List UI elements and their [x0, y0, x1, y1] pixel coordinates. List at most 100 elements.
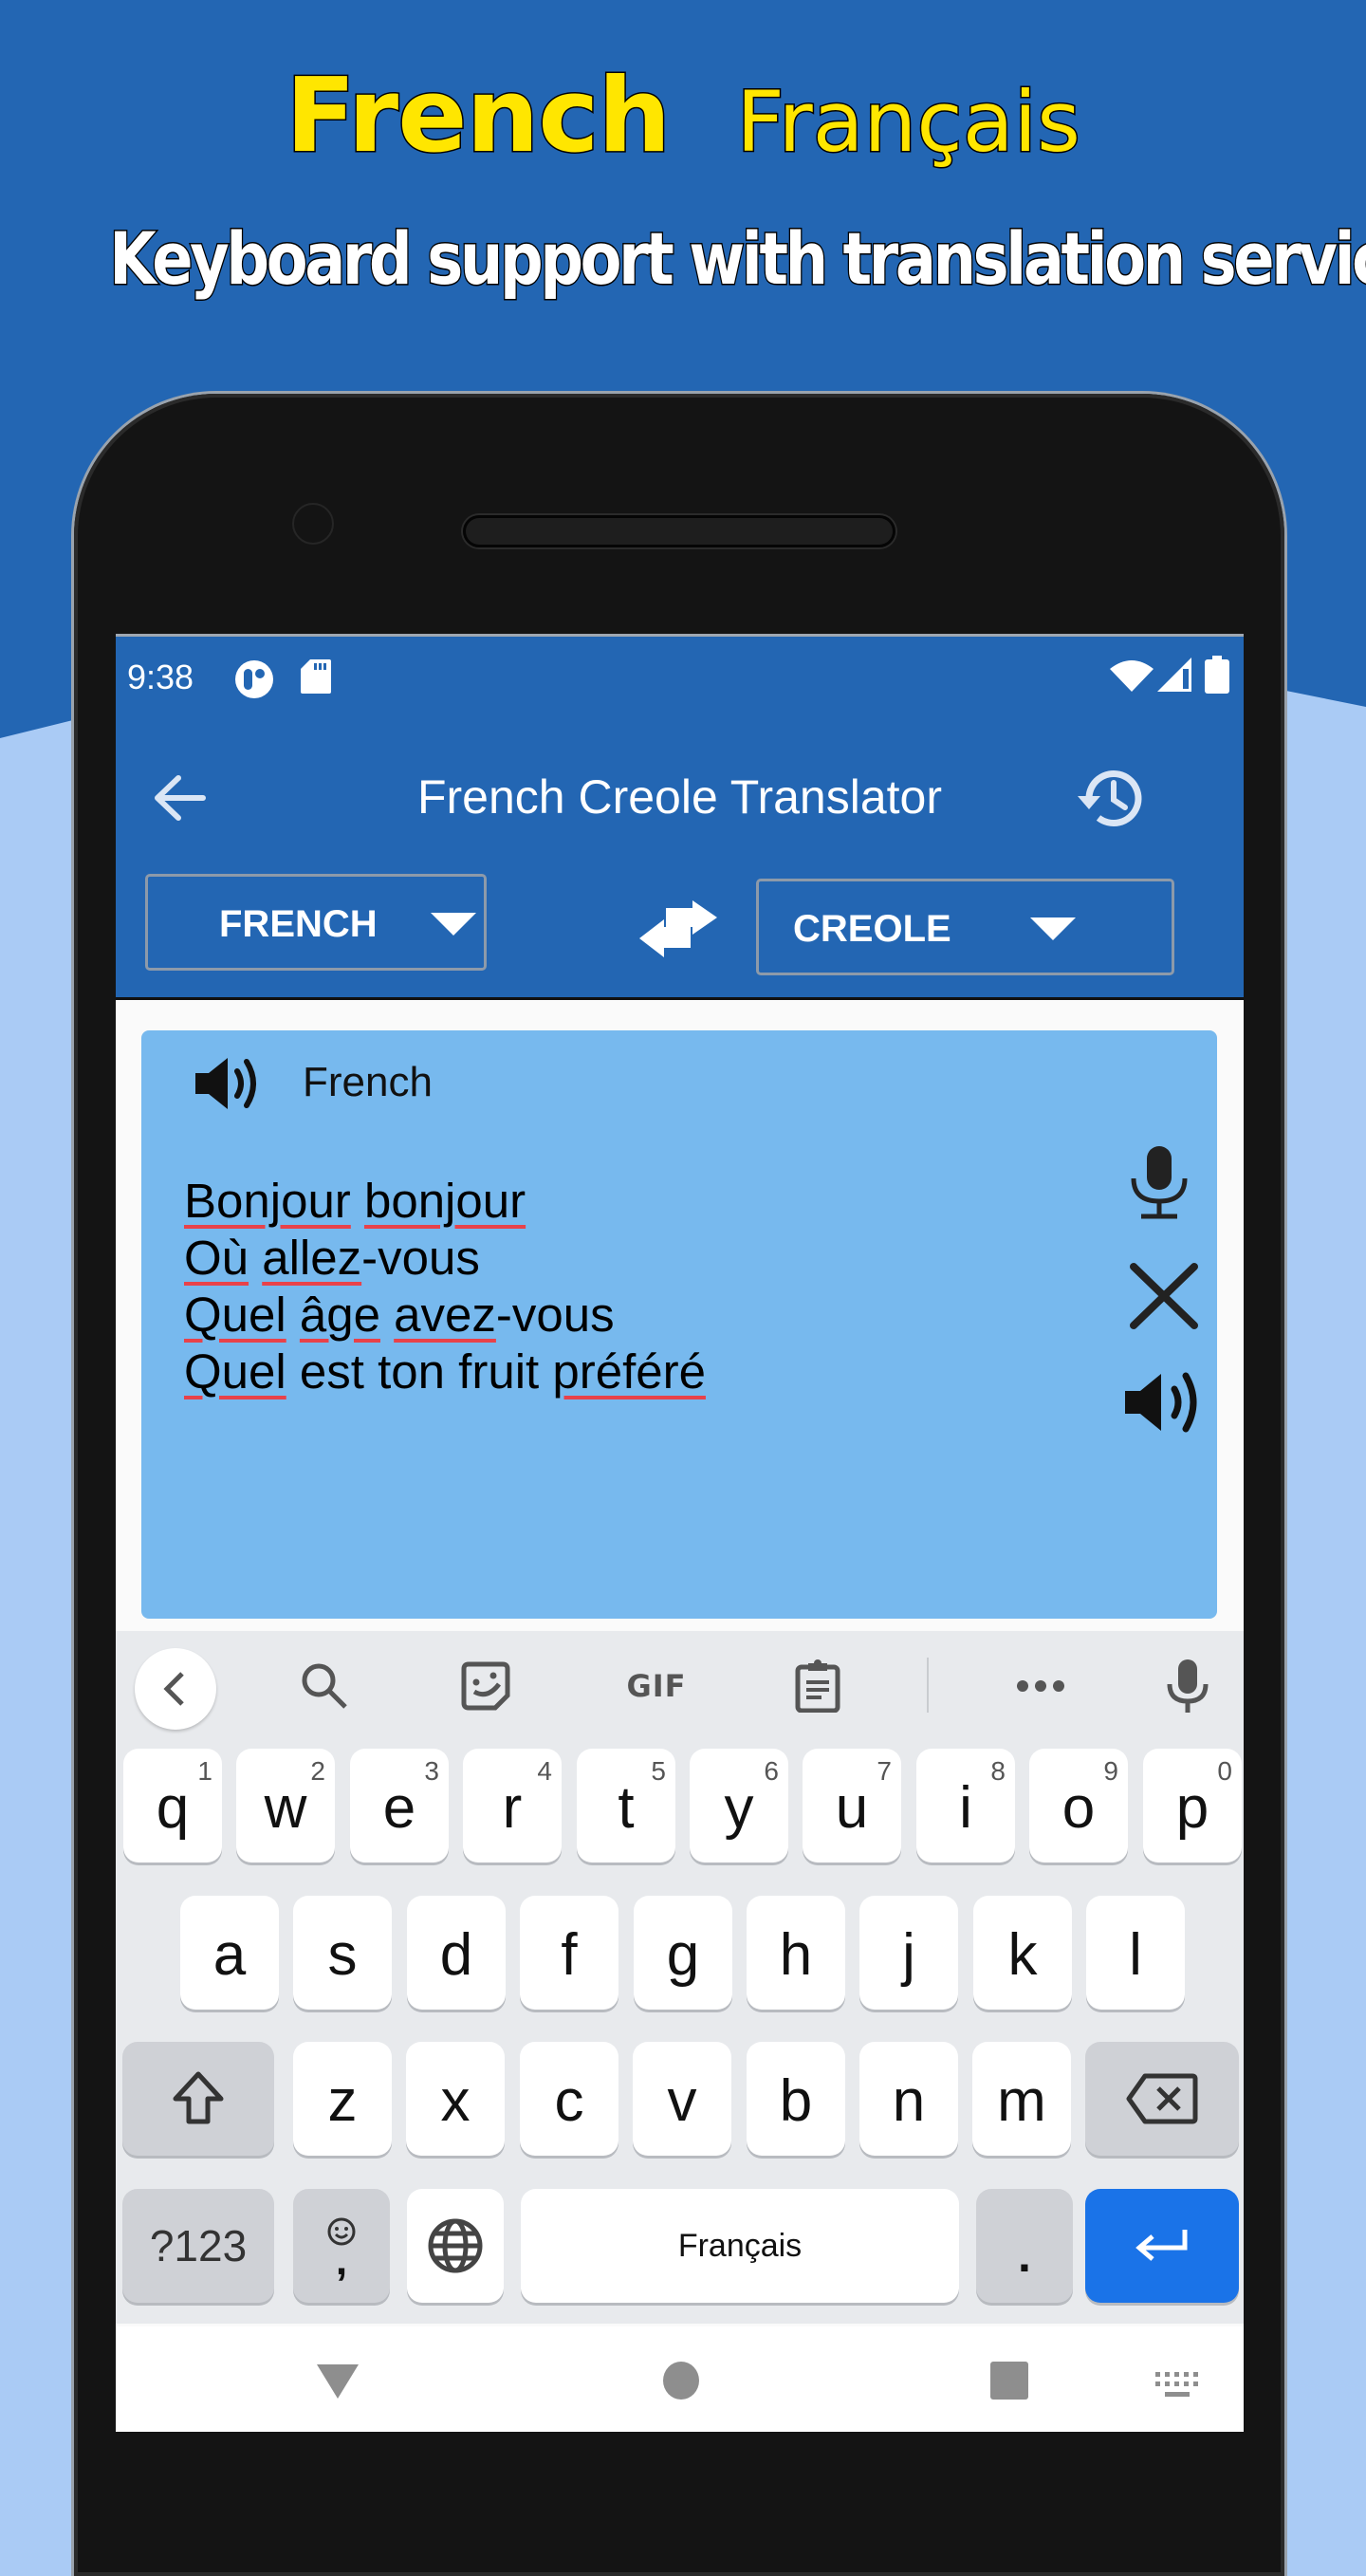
key-u[interactable]: u7 — [803, 1749, 901, 1863]
text-segment: est ton fruit — [286, 1344, 553, 1399]
source-language-dropdown[interactable]: FRENCH — [145, 874, 487, 971]
key-j[interactable]: j — [859, 1896, 958, 2010]
history-button[interactable] — [1074, 760, 1150, 836]
keyboard-switch-icon[interactable] — [1155, 2372, 1199, 2399]
swap-languages-button[interactable] — [637, 900, 719, 961]
keyboard-more-button[interactable] — [993, 1650, 1088, 1722]
key-y[interactable]: y6 — [690, 1749, 788, 1863]
key-label: z — [327, 2067, 358, 2134]
key-w[interactable]: w2 — [236, 1749, 335, 1863]
shift-key[interactable] — [122, 2042, 274, 2156]
key-a[interactable]: a — [180, 1896, 279, 2010]
misspelled-word[interactable]: Quel — [184, 1344, 286, 1399]
toolbar-divider — [927, 1658, 929, 1713]
enter-key[interactable] — [1085, 2189, 1239, 2303]
keyboard-collapse-button[interactable] — [135, 1648, 216, 1730]
key-hint-digit: 9 — [1103, 1756, 1118, 1786]
keyboard-voice-button[interactable] — [1150, 1650, 1226, 1722]
space-key[interactable]: Français — [521, 2189, 959, 2303]
text-segment — [380, 1288, 394, 1342]
target-language-dropdown[interactable]: CREOLE — [756, 879, 1174, 975]
promo-subtitle: Keyboard support with translation servic… — [108, 215, 1366, 303]
key-label: p — [1175, 1774, 1209, 1841]
key-d[interactable]: d — [407, 1896, 506, 2010]
period-label: . — [1018, 2229, 1031, 2282]
key-s[interactable]: s — [293, 1896, 392, 2010]
speak-button[interactable] — [1123, 1372, 1209, 1433]
earpiece-speaker — [463, 515, 895, 547]
text-segment — [286, 1288, 300, 1342]
home-circle-icon[interactable] — [661, 2361, 701, 2400]
status-time: 9:38 — [127, 658, 194, 696]
key-t[interactable]: t5 — [577, 1749, 675, 1863]
language-switch-key[interactable] — [407, 2189, 504, 2303]
key-x[interactable]: x — [406, 2042, 505, 2156]
key-e[interactable]: e3 — [350, 1749, 449, 1863]
promo-title-english: French — [285, 56, 673, 177]
key-g[interactable]: g — [634, 1896, 732, 2010]
voice-input-icon — [1167, 1659, 1209, 1713]
misspelled-word[interactable]: avez — [394, 1288, 496, 1342]
key-v[interactable]: v — [633, 2042, 731, 2156]
phone-screen: 9:38 French Creole Translator FRENCH CRE… — [116, 634, 1244, 2432]
input-text-line: Bonjour bonjour — [184, 1173, 706, 1230]
key-n[interactable]: n — [859, 2042, 958, 2156]
key-hint-digit: 6 — [764, 1756, 779, 1786]
key-label: d — [439, 1921, 473, 1988]
text-segment — [351, 1174, 364, 1228]
keyboard-search-button[interactable] — [286, 1650, 362, 1722]
signal-icon — [1157, 658, 1191, 692]
misspelled-word[interactable]: Bonjour — [184, 1174, 351, 1228]
search-icon — [302, 1663, 347, 1709]
backspace-key[interactable] — [1085, 2042, 1239, 2156]
key-hint-digit: 8 — [990, 1756, 1006, 1786]
language-speaker-button[interactable] — [194, 1054, 262, 1113]
key-label: e — [382, 1774, 416, 1841]
key-q[interactable]: q1 — [123, 1749, 222, 1863]
keyboard-toolbar: GIF — [116, 1631, 1244, 1735]
notification-app-icon — [235, 660, 273, 698]
misspelled-word[interactable]: Où — [184, 1231, 249, 1285]
key-hint-digit: 5 — [651, 1756, 666, 1786]
back-triangle-icon[interactable] — [315, 2363, 360, 2400]
misspelled-word[interactable]: Quel — [184, 1288, 286, 1342]
key-label: n — [892, 2067, 926, 2134]
misspelled-word[interactable]: bonjour — [364, 1174, 526, 1228]
misspelled-word[interactable]: préféré — [552, 1344, 706, 1399]
symbols-key[interactable]: ?123 — [122, 2189, 274, 2303]
key-label: g — [666, 1921, 700, 1988]
key-m[interactable]: m — [972, 2042, 1071, 2156]
key-p[interactable]: p0 — [1143, 1749, 1242, 1863]
source-language-label: FRENCH — [219, 903, 378, 945]
key-k[interactable]: k — [973, 1896, 1072, 2010]
text-segment — [249, 1231, 262, 1285]
key-c[interactable]: c — [520, 2042, 618, 2156]
key-b[interactable]: b — [747, 2042, 845, 2156]
key-r[interactable]: r4 — [463, 1749, 562, 1863]
clear-button[interactable] — [1128, 1263, 1200, 1329]
keyboard-clipboard-button[interactable] — [780, 1650, 856, 1722]
keyboard-gif-button[interactable]: GIF — [609, 1650, 704, 1722]
keyboard-sticker-button[interactable] — [448, 1650, 524, 1722]
misspelled-word[interactable]: âge — [300, 1288, 380, 1342]
text-segment: -vous — [495, 1288, 615, 1342]
period-key[interactable]: . — [976, 2189, 1073, 2303]
emoji-comma-key[interactable]: , — [293, 2189, 390, 2303]
key-label: f — [561, 1921, 578, 1988]
input-text-area[interactable]: Bonjour bonjour Où allez-vous Quel âge ave… — [184, 1173, 706, 1400]
enter-icon — [1135, 2230, 1188, 2261]
key-f[interactable]: f — [520, 1896, 618, 2010]
recents-square-icon[interactable] — [988, 2361, 1030, 2400]
key-l[interactable]: l — [1086, 1896, 1185, 2010]
key-o[interactable]: o9 — [1029, 1749, 1128, 1863]
microphone-button[interactable] — [1128, 1144, 1191, 1220]
battery-icon — [1205, 656, 1229, 694]
more-icon — [1017, 1680, 1064, 1692]
misspelled-word[interactable]: allez — [262, 1231, 361, 1285]
space-key-label: Français — [677, 2227, 803, 2264]
key-h[interactable]: h — [747, 1896, 845, 2010]
key-label: m — [997, 2067, 1046, 2134]
key-i[interactable]: i8 — [916, 1749, 1015, 1863]
key-z[interactable]: z — [293, 2042, 392, 2156]
key-label: y — [724, 1774, 754, 1841]
